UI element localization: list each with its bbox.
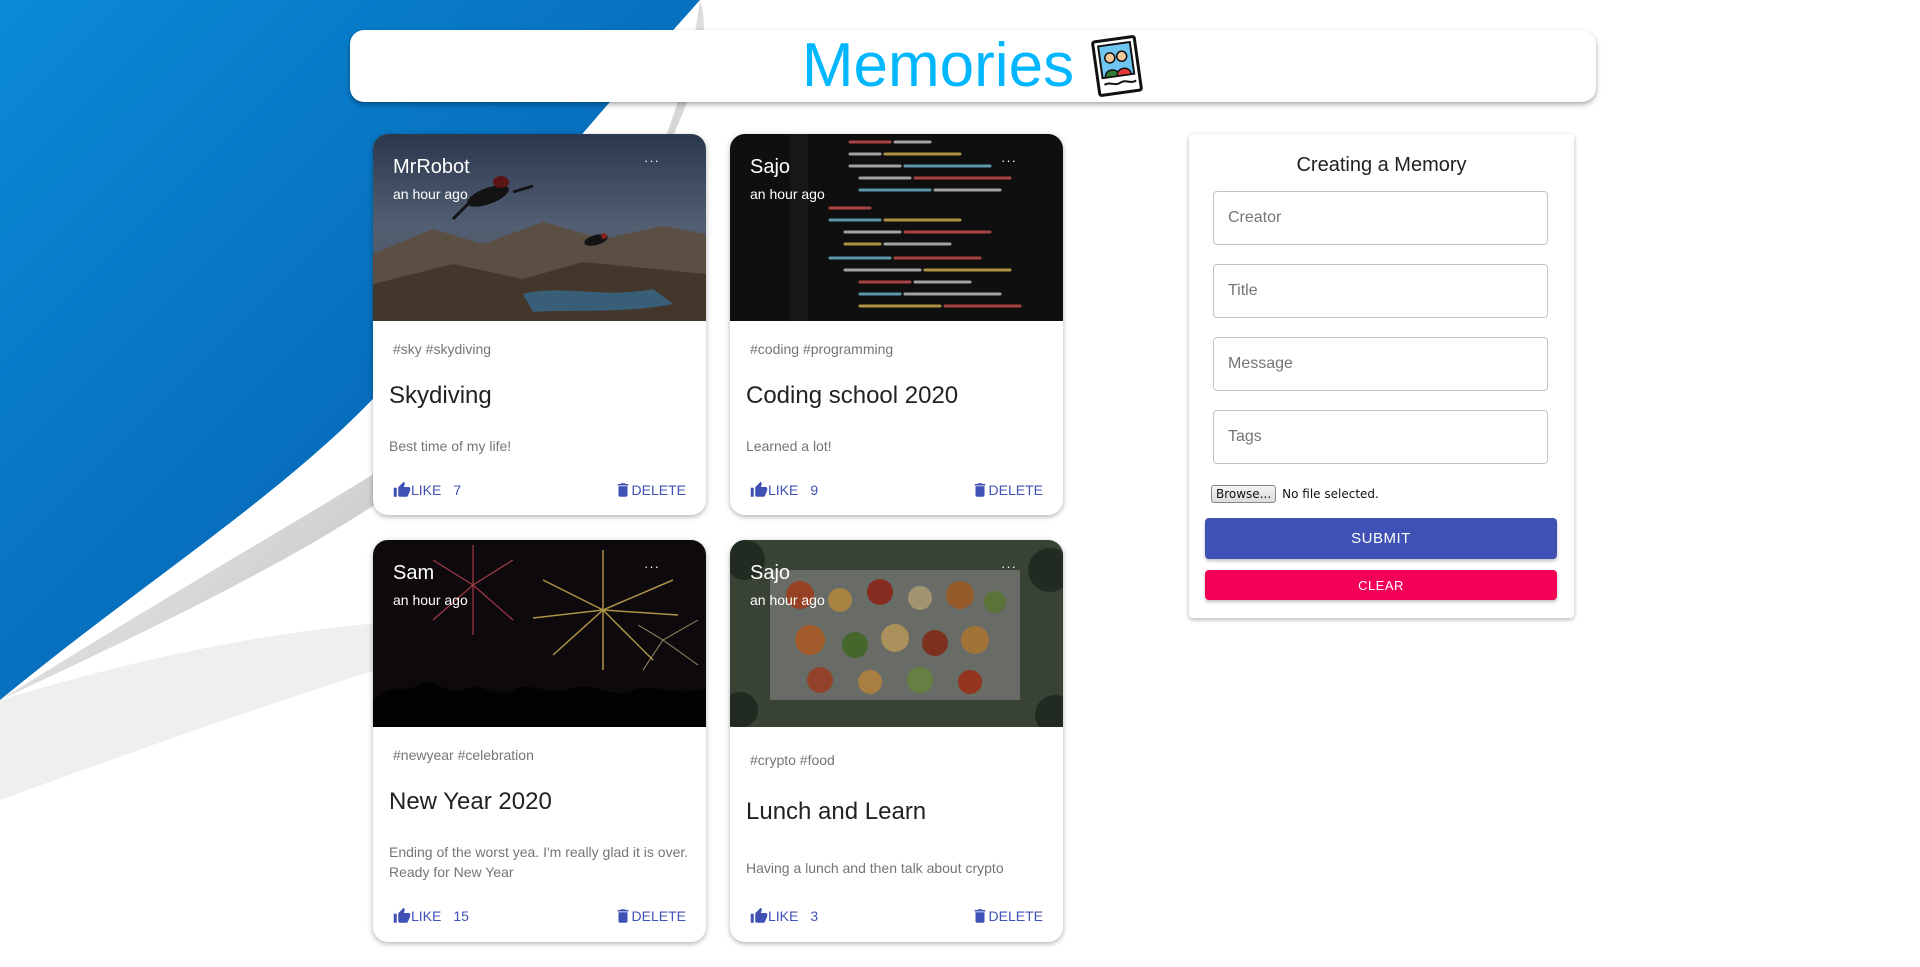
card-creator: Sajo [750, 156, 791, 178]
like-count: 3 [810, 908, 819, 924]
trash-icon [974, 909, 985, 923]
card-image: Sam an hour ago ··· [373, 540, 706, 727]
card-timestamp: an hour ago [393, 186, 468, 202]
card-creator: MrRobot [393, 156, 470, 178]
thumb-up-icon [750, 907, 768, 923]
message-input[interactable] [1213, 337, 1548, 391]
title-input[interactable] [1213, 264, 1548, 318]
like-count: 7 [453, 482, 462, 498]
like-label: LIKE [768, 482, 799, 498]
more-options-icon[interactable]: ··· [644, 560, 660, 573]
like-count: 9 [810, 482, 819, 498]
card-tags: #newyear #celebration [393, 747, 534, 763]
card-creator: Sam [393, 562, 435, 584]
delete-label: DELETE [988, 482, 1043, 498]
card-creator: Sajo [750, 562, 791, 584]
thumb-up-icon [393, 481, 411, 497]
card-message: Best time of my life! [389, 438, 512, 454]
delete-label: DELETE [631, 908, 686, 924]
card-title: New Year 2020 [389, 788, 552, 815]
form-heading: Creating a Memory [1296, 154, 1467, 176]
file-picker: Browse... No file selected. [1211, 485, 1379, 503]
card-timestamp: an hour ago [393, 592, 468, 608]
like-button[interactable]: LIKE 9 [750, 481, 818, 499]
tags-input[interactable] [1213, 410, 1548, 464]
thumb-up-icon [750, 481, 768, 497]
more-options-icon[interactable]: ··· [1001, 154, 1017, 167]
photo-memories-icon [1090, 35, 1144, 97]
creator-input[interactable] [1213, 191, 1548, 245]
memory-card: Sajo an hour ago ··· #crypto #food Lunch… [730, 540, 1063, 942]
submit-button[interactable]: SUBMIT [1205, 518, 1557, 559]
like-button[interactable]: LIKE 3 [750, 907, 818, 925]
delete-button[interactable]: DELETE [614, 907, 686, 925]
app-bar: Memories [350, 30, 1596, 102]
card-image: Sajo an hour ago ··· [730, 134, 1063, 321]
card-timestamp: an hour ago [750, 186, 825, 202]
like-label: LIKE [411, 908, 442, 924]
card-title: Lunch and Learn [746, 798, 927, 825]
trash-icon [617, 483, 628, 497]
trash-icon [974, 483, 985, 497]
card-image: MrRobot an hour ago ··· [373, 134, 706, 321]
card-message: Having a lunch and then talk about crypt… [746, 860, 1004, 876]
delete-button[interactable]: DELETE [971, 481, 1043, 499]
card-image: Sajo an hour ago ··· [730, 540, 1063, 727]
trash-icon [617, 909, 628, 923]
like-button[interactable]: LIKE 15 [393, 907, 469, 925]
card-message: Ending of the worst yea. I'm really glad… [389, 844, 689, 880]
delete-button[interactable]: DELETE [614, 481, 686, 499]
clear-button[interactable]: CLEAR [1205, 570, 1557, 600]
delete-label: DELETE [631, 482, 686, 498]
card-tags: #crypto #food [750, 752, 835, 768]
file-status: No file selected. [1282, 487, 1379, 501]
like-count: 15 [453, 908, 469, 924]
card-title: Skydiving [389, 382, 492, 409]
card-title: Coding school 2020 [746, 382, 959, 409]
memory-card: Sajo an hour ago ··· #coding #programmin… [730, 134, 1063, 515]
like-label: LIKE [768, 908, 799, 924]
more-options-icon[interactable]: ··· [1001, 560, 1017, 573]
card-tags: #sky #skydiving [393, 341, 492, 357]
browse-button[interactable]: Browse... [1211, 485, 1277, 503]
more-options-icon[interactable]: ··· [644, 154, 660, 167]
like-label: LIKE [411, 482, 442, 498]
like-button[interactable]: LIKE 7 [393, 481, 461, 499]
delete-button[interactable]: DELETE [971, 907, 1043, 925]
memory-card: MrRobot an hour ago ··· #sky #skydiving … [373, 134, 706, 515]
card-tags: #coding #programming [750, 341, 894, 357]
create-memory-form: Creating a Memory Browse... No file sele… [1189, 134, 1574, 618]
delete-label: DELETE [988, 908, 1043, 924]
memory-card: Sam an hour ago ··· #newyear #celebratio… [373, 540, 706, 942]
card-message: Learned a lot! [746, 438, 832, 454]
card-timestamp: an hour ago [750, 592, 825, 608]
thumb-up-icon [393, 907, 411, 923]
app-title: Memories [801, 31, 1075, 100]
